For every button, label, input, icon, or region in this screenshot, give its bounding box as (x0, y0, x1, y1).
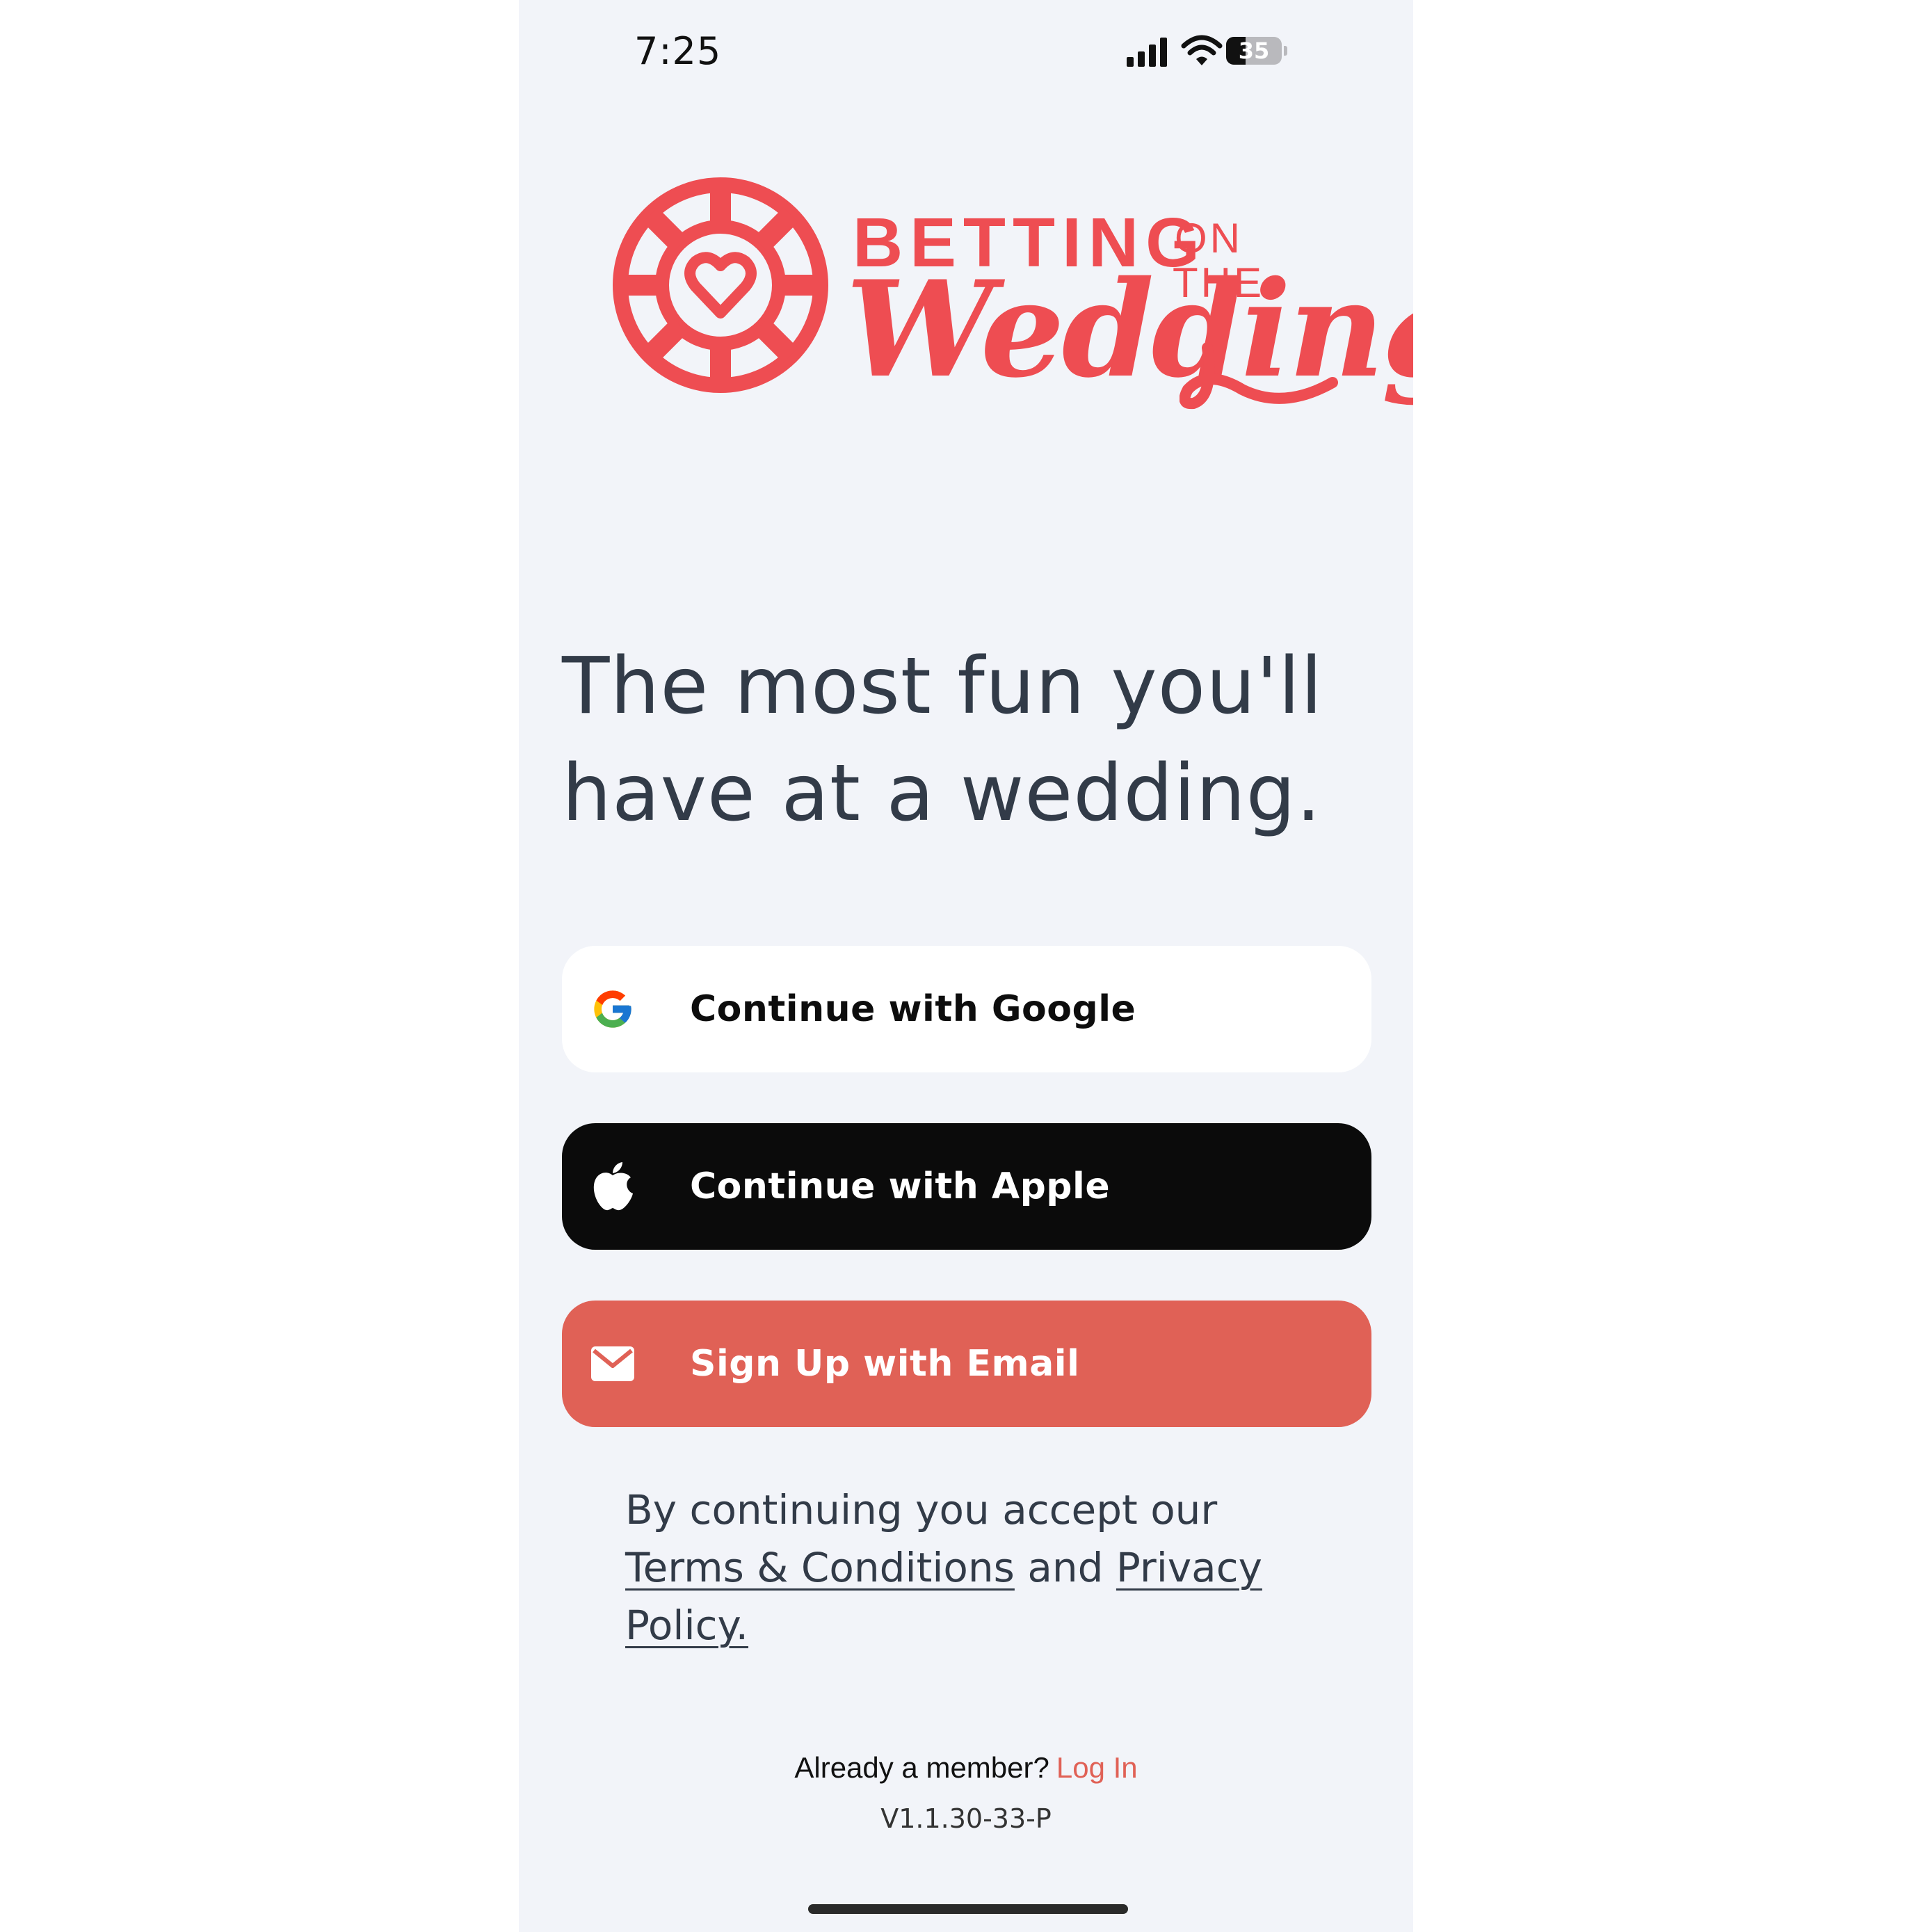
continue-with-google-label: Continue with Google (690, 988, 1136, 1030)
poker-chip-heart-icon (613, 177, 828, 393)
home-indicator[interactable] (808, 1904, 1128, 1914)
brand-logo: BETTING ON THE Wedding (609, 174, 1413, 424)
battery-icon: 35 (1226, 37, 1282, 65)
battery-tip (1284, 46, 1287, 56)
mail-icon (590, 1341, 636, 1387)
already-member-text: Already a member? (794, 1751, 1049, 1784)
phone-screen: 7:25 35 BETTING ON THE Wedding The most … (519, 0, 1413, 1932)
status-time: 7:25 (634, 29, 722, 73)
sign-up-with-email-label: Sign Up with Email (690, 1343, 1080, 1385)
signal-icon (1127, 38, 1167, 67)
legal-and: and (1027, 1544, 1104, 1591)
battery-percent: 35 (1238, 38, 1270, 64)
legal-text: By continuing you accept our Terms & Cond… (625, 1481, 1335, 1655)
login-prompt: Already a member? Log In (519, 1751, 1413, 1785)
wifi-icon (1181, 35, 1223, 65)
tagline: The most fun you'll have at a wedding. (562, 641, 1323, 839)
status-icons: 35 (1127, 33, 1292, 68)
continue-with-google-button[interactable]: Continue with Google (562, 946, 1371, 1072)
apple-icon (590, 1162, 636, 1211)
app-version: V1.1.30-33-P (880, 1803, 1052, 1834)
continue-with-apple-button[interactable]: Continue with Apple (562, 1123, 1371, 1250)
legal-prefix: By continuing you accept our (625, 1486, 1218, 1533)
sign-up-with-email-button[interactable]: Sign Up with Email (562, 1301, 1371, 1427)
continue-with-apple-label: Continue with Apple (690, 1166, 1111, 1207)
terms-link[interactable]: Terms & Conditions (625, 1544, 1015, 1591)
google-icon (590, 986, 636, 1032)
log-in-link[interactable]: Log In (1056, 1751, 1138, 1784)
brand-swash (1180, 342, 1338, 410)
